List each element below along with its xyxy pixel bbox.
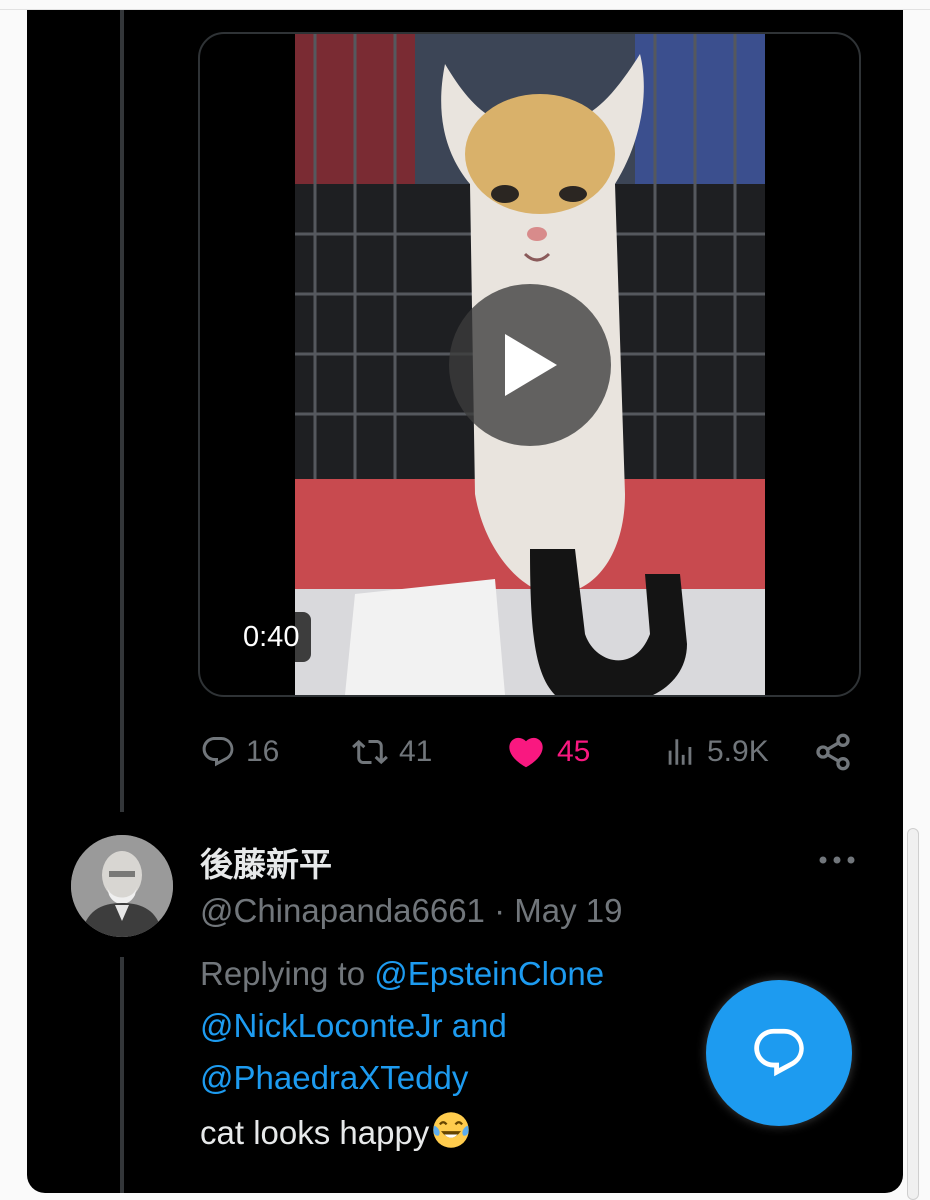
retweet-count: 41 xyxy=(399,735,433,768)
views-count: 5.9K xyxy=(707,735,769,768)
tweet-panel: 0:40 16 41 45 5.9K 後藤新平 @Chinapanda6661 … xyxy=(27,10,903,1193)
tweet-text: cat looks happy xyxy=(200,1110,471,1152)
tweet-action-bar: 16 41 45 5.9K xyxy=(27,722,903,782)
retweet-action[interactable]: 41 xyxy=(351,722,432,782)
thread-line xyxy=(120,957,124,1193)
scrollbar[interactable] xyxy=(907,828,919,1200)
replying-to: Replying to @EpsteinClone @NickLoconteJr… xyxy=(200,948,720,1104)
thread-line xyxy=(120,10,124,812)
post-date[interactable]: May 19 xyxy=(514,892,622,929)
reply-action[interactable]: 16 xyxy=(200,722,279,782)
face-with-tears-of-joy-icon xyxy=(433,1112,470,1148)
compose-reply-button[interactable] xyxy=(706,980,852,1126)
video-player[interactable]: 0:40 xyxy=(198,32,861,697)
mention-epsteinclone[interactable]: @EpsteinClone xyxy=(374,955,604,992)
views-action[interactable]: 5.9K xyxy=(663,722,769,782)
display-name[interactable]: 後藤新平 xyxy=(200,838,332,886)
like-action[interactable]: 45 xyxy=(505,722,590,782)
avatar-portrait-image xyxy=(71,835,173,937)
views-icon xyxy=(668,739,692,765)
retweet-icon xyxy=(352,739,388,765)
reply-icon xyxy=(202,737,234,767)
video-duration-badge: 0:40 xyxy=(231,612,312,662)
conjunction-and: and xyxy=(451,1007,507,1044)
handle-and-date: @Chinapanda6661 · May 19 xyxy=(200,892,622,930)
share-icon xyxy=(816,733,850,771)
mention-phaedraxteddy[interactable]: @PhaedraXTeddy xyxy=(200,1059,468,1096)
separator-dot: · xyxy=(494,892,506,929)
user-handle[interactable]: @Chinapanda6661 xyxy=(200,892,485,929)
reply-count: 16 xyxy=(246,735,280,768)
heart-icon xyxy=(509,737,543,768)
mention-nickloconte[interactable]: @NickLoconteJr xyxy=(200,1007,443,1044)
share-action[interactable] xyxy=(813,722,853,782)
like-count: 45 xyxy=(557,735,591,768)
more-options-icon[interactable] xyxy=(817,848,857,872)
play-button[interactable] xyxy=(449,284,611,446)
play-icon xyxy=(505,334,557,396)
tweet-text-content: cat looks happy xyxy=(200,1114,430,1151)
replying-to-label: Replying to xyxy=(200,955,366,992)
compose-reply-icon xyxy=(754,1028,804,1077)
avatar[interactable] xyxy=(71,835,173,937)
